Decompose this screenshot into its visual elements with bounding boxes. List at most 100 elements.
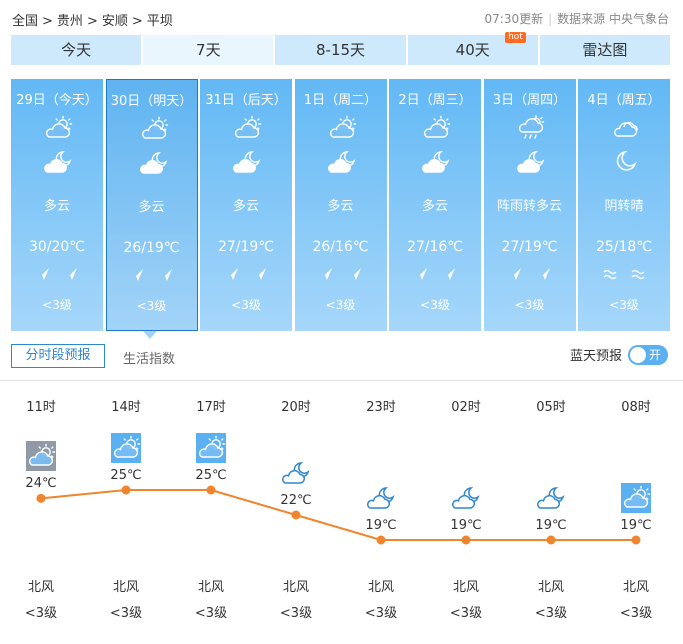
wind-direction-icon	[200, 267, 292, 285]
hour-temperature: 19℃	[535, 518, 567, 533]
hour-wind-level: <3级	[449, 606, 483, 621]
hour-wind-direction: 北风	[622, 580, 649, 595]
tab-40days[interactable]: 40天 hot	[407, 32, 538, 65]
update-divider: |	[548, 12, 553, 26]
tab-7days[interactable]: 7天	[143, 35, 274, 65]
cloudy-night-icon	[421, 149, 451, 179]
temperature-point	[206, 485, 216, 495]
tab-today[interactable]: 今天	[11, 35, 142, 65]
tab-8-15days[interactable]: 8-15天	[275, 35, 406, 65]
selected-day-pointer	[143, 331, 157, 339]
hour-wind-level: <3级	[364, 606, 398, 621]
hour-temperature: 24℃	[25, 476, 57, 492]
day-weather-desc: 阴转晴	[604, 199, 644, 214]
day-temperature: 27/19℃	[501, 239, 558, 255]
toggle-label: 开	[649, 348, 662, 362]
day-temperature: 25/18℃	[595, 239, 653, 255]
hour-wind-direction: 北风	[27, 580, 54, 595]
wind-direction-icon	[389, 267, 481, 285]
tab-hourly-forecast[interactable]: 分时段预报	[11, 344, 105, 368]
hour-label: 17时	[196, 400, 226, 415]
day-weather-desc: 多云	[421, 199, 448, 214]
day-date: 31日（后天）	[205, 93, 287, 108]
day-temperature: 30/20℃	[28, 239, 86, 255]
day-wind-level: <3级	[42, 298, 72, 312]
update-info: 07:30更新 | 数据来源 中央气象台	[485, 10, 669, 27]
day-card[interactable]: 29日（今天） 多云 30/20℃ <3级	[11, 79, 103, 331]
hour-wind-direction: 北风	[452, 580, 479, 595]
cloudy-night-icon	[281, 458, 311, 488]
day-temperature: 26/19℃	[123, 240, 180, 256]
day-weather-desc: 阵雨转多云	[496, 199, 562, 214]
partly-cloudy-day-icon	[232, 115, 262, 145]
breadcrumb-separator: >	[131, 14, 143, 29]
wind-direction-icon	[11, 267, 103, 285]
cloudy-night-icon	[232, 149, 262, 179]
day-wind-level: <3级	[609, 298, 639, 312]
day-temperature: 26/16℃	[312, 239, 369, 255]
day-card[interactable]: 30日（明天） 多云 26/19℃ <3级	[105, 79, 198, 331]
partly-cloudy-day-icon	[43, 115, 73, 145]
hour-wind-direction: 北风	[282, 580, 309, 595]
day-weather-desc: 多云	[232, 199, 259, 214]
hour-label: 14时	[111, 400, 141, 415]
temperature-point	[546, 535, 556, 545]
breadcrumb-separator: >	[42, 14, 53, 29]
hour-wind-direction: 北风	[537, 580, 564, 595]
hour-label: 11时	[26, 400, 56, 415]
day-date: 3日（周四）	[492, 93, 567, 108]
partly-cloudy-day-icon	[621, 483, 651, 513]
cloudy-night-icon	[43, 149, 73, 179]
wind-direction-icon	[484, 267, 576, 285]
tab-label: 40天	[455, 41, 490, 59]
day-card[interactable]: 3日（周四） 阵雨转多云 27/19℃ <3级	[483, 79, 576, 331]
tab-life-index[interactable]: 生活指数	[123, 348, 175, 367]
partly-cloudy-day-icon	[327, 115, 357, 145]
wind-direction-icon	[107, 268, 197, 286]
day-weather-desc: 多云	[43, 199, 70, 214]
tab-radar[interactable]: 雷达图	[539, 35, 671, 65]
tab-label: 8-15天	[315, 41, 366, 59]
hour-temperature: 25℃	[195, 468, 227, 483]
hour-label: 02时	[451, 400, 481, 415]
breadcrumb: 全国 > 贵州 > 安顺 > 平坝	[12, 10, 173, 29]
shower-icon	[516, 115, 546, 145]
day-date: 29日（今天）	[16, 93, 98, 108]
day-card[interactable]: 1日（周二） 多云 26/16℃ <3级	[294, 79, 387, 331]
hour-wind-direction: 北风	[112, 580, 139, 595]
hour-label: 05时	[536, 400, 566, 415]
day-card[interactable]: 31日（后天） 多云 27/19℃ <3级	[200, 79, 292, 331]
partly-cloudy-day-icon	[421, 115, 451, 145]
hour-wind-level: <3级	[619, 606, 653, 621]
hour-temperature: 19℃	[620, 518, 652, 533]
hour-temperature: 25℃	[110, 468, 142, 483]
hour-wind-direction: 北风	[197, 580, 224, 595]
hour-wind-level: <3级	[109, 606, 143, 621]
day-wind-level: <3级	[136, 299, 167, 313]
day-card[interactable]: 4日（周五） 阴转晴 25/18℃ <3级	[578, 79, 670, 331]
breadcrumb-province[interactable]: 贵州	[57, 14, 83, 29]
cloudy-icon	[610, 115, 640, 145]
hour-wind-level: <3级	[194, 606, 228, 621]
day-date: 30日（明天）	[110, 94, 193, 109]
cloudy-night-icon	[366, 483, 396, 513]
temperature-point	[291, 510, 301, 520]
hourly-forecast: 11时 24℃ 北风 <3级 14时 25℃ 北风 <3级 17时 25℃ 北风 <3级 20时 2…	[0, 380, 683, 644]
tab-label: 今天	[61, 41, 92, 59]
breadcrumb-separator: >	[86, 14, 98, 29]
day-wind-level: <3级	[514, 298, 545, 312]
tab-label: 雷达图	[582, 41, 628, 59]
hour-wind-direction: 北风	[367, 580, 394, 595]
blue-sky-label: 蓝天预报	[570, 349, 623, 364]
update-time: 07:30更新	[484, 12, 544, 26]
temperature-point	[461, 535, 471, 545]
day-card[interactable]: 2日（周三） 多云 27/16℃ <3级	[389, 79, 481, 331]
day-date: 2日（周三）	[398, 93, 472, 108]
breadcrumb-national[interactable]: 全国	[12, 14, 38, 29]
temperature-point	[121, 485, 131, 495]
breadcrumb-city[interactable]: 安顺	[102, 14, 128, 29]
hour-label: 08时	[621, 400, 651, 415]
cloudy-night-icon	[536, 483, 566, 513]
top-bar: 全国 > 贵州 > 安顺 > 平坝 07:30更新 | 数据来源 中央气象台	[0, 0, 683, 34]
blue-sky-toggle[interactable]: 开	[628, 345, 668, 365]
